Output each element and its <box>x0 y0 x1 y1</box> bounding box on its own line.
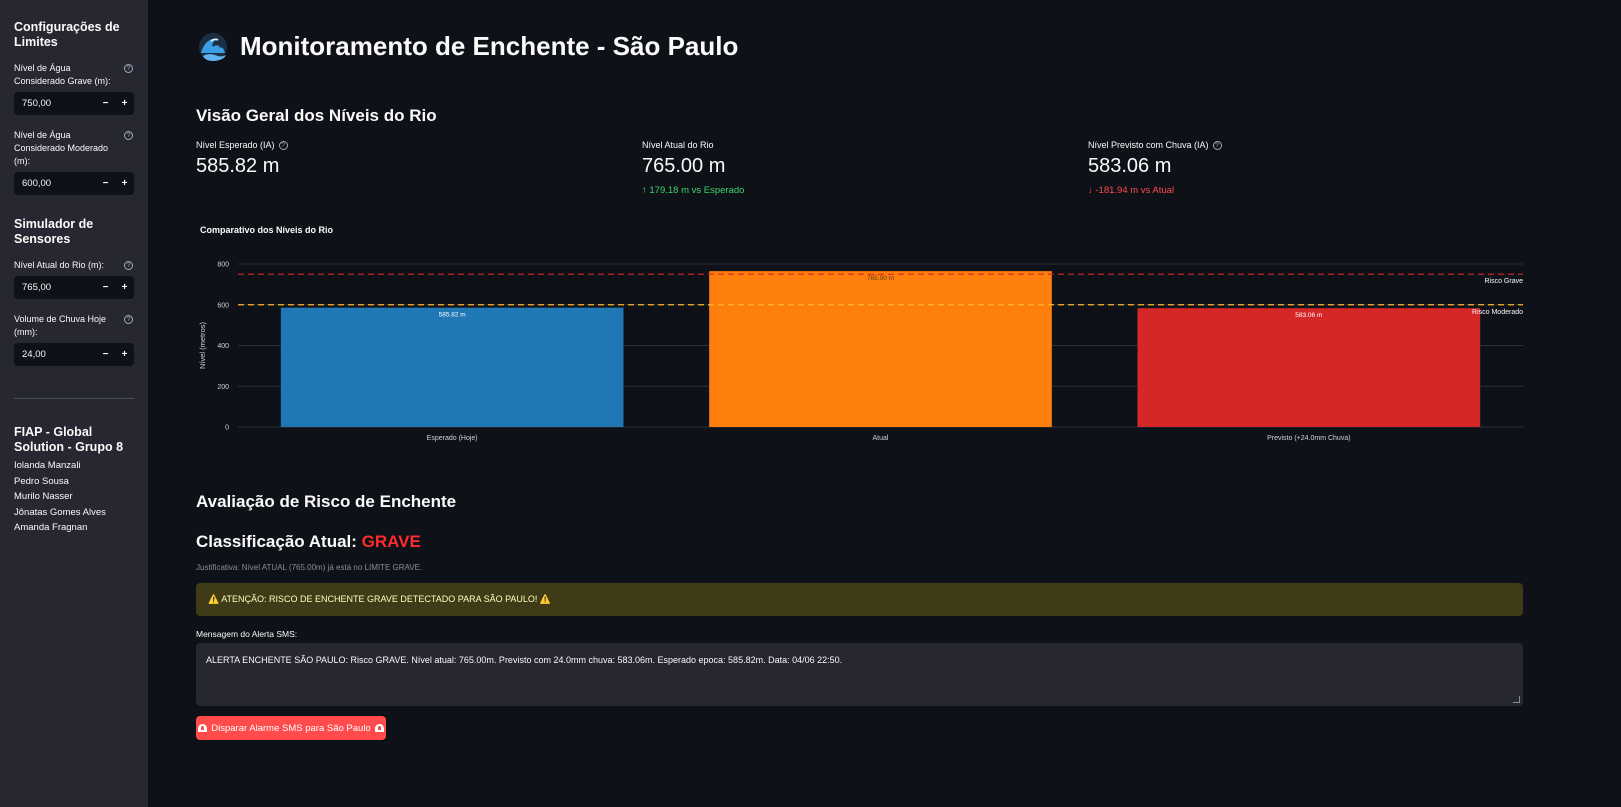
sensors-title: Simulador de Sensores <box>14 217 94 246</box>
team-member: Amanda Fragnan <box>14 522 88 533</box>
overview-title: Visão Geral dos Níveis do Rio <box>196 106 437 125</box>
team-member: Iolanda Manzali <box>14 460 81 471</box>
threshold-label: Risco Grave <box>1484 278 1523 285</box>
bar <box>1137 308 1481 427</box>
warning-text: ⚠️ ATENÇÃO: RISCO DE ENCHENTE GRAVE DETE… <box>208 594 552 604</box>
metric-value: 583.06 m <box>1088 155 1172 177</box>
classification-value: GRAVE <box>361 532 421 551</box>
increment-button[interactable]: + <box>115 343 134 366</box>
help-icon[interactable]: ? <box>124 261 133 270</box>
sidebar-divider <box>14 398 134 399</box>
rain-volume-input: 24,00 − + <box>14 343 134 366</box>
team-member: Murilo Nasser <box>14 491 73 502</box>
limits-title: Configurações de Limites <box>14 20 120 49</box>
river-level-value[interactable]: 765,00 <box>14 282 96 293</box>
metric-expected: Nível Esperado (IA) ? 585.82 m <box>196 140 289 178</box>
decrement-button[interactable]: − <box>96 172 115 195</box>
team-members: Iolanda Manzali Pedro Sousa Murilo Nasse… <box>14 458 134 536</box>
resize-handle[interactable] <box>1513 696 1520 703</box>
siren-icon <box>374 724 384 732</box>
y-tick-label: 400 <box>217 343 229 350</box>
siren-icon <box>198 724 208 732</box>
x-tick-label: Previsto (+24.0mm Chuva) <box>1267 435 1350 442</box>
levels-chart: Comparativo dos Níveis do Rio 0 200 400 600 8… <box>188 218 1528 458</box>
moderate-limit-label: Nível de Água Considerado Moderado (m): <box>14 130 109 166</box>
metric-value: 765.00 m <box>642 155 726 177</box>
metric-forecast: Nível Previsto com Chuva (IA) ? 583.06 m… <box>1088 140 1223 196</box>
increment-button[interactable]: + <box>115 92 134 115</box>
bar <box>280 307 624 427</box>
y-tick-label: 200 <box>217 384 229 391</box>
page-title: Monitoramento de Enchente - São Paulo <box>198 31 738 62</box>
help-icon[interactable]: ? <box>124 64 133 73</box>
river-level-label: Nível Atual do Rio (m): <box>14 260 105 270</box>
help-icon[interactable]: ? <box>278 140 288 150</box>
main-content: Monitoramento de Enchente - São Paulo Vi… <box>148 0 1621 807</box>
sms-label: Mensagem do Alerta SMS: <box>196 629 298 639</box>
moderate-limit-value[interactable]: 600,00 <box>14 178 96 189</box>
bar-value-label: 585.82 m <box>439 312 466 319</box>
threshold-label: Risco Moderado <box>1472 309 1523 316</box>
send-sms-button[interactable]: Disparar Alarme SMS para São Paulo <box>196 716 386 740</box>
help-icon[interactable]: ? <box>1212 140 1222 150</box>
increment-button[interactable]: + <box>115 172 134 195</box>
metric-label: Nível Atual do Rio <box>642 140 714 150</box>
grave-limit-value[interactable]: 750,00 <box>14 98 96 109</box>
river-level-input: 765,00 − + <box>14 276 134 299</box>
team-title: FIAP - Global Solution - Grupo 8 <box>14 425 124 454</box>
help-icon[interactable]: ? <box>124 315 133 324</box>
sidebar: Configurações de Limites Nível de Água C… <box>0 0 148 807</box>
team-member: Jônatas Gomes Alves <box>14 506 106 518</box>
send-sms-label: Disparar Alarme SMS para São Paulo <box>211 722 371 734</box>
sms-textarea[interactable]: ALERTA ENCHENTE SÃO PAULO: Risco GRAVE. … <box>196 643 1523 706</box>
moderate-limit-input: 600,00 − + <box>14 172 134 195</box>
metric-current: Nível Atual do Rio 765.00 m ↑ 179.18 m v… <box>642 140 744 196</box>
bar-value-label: 583.06 m <box>1295 312 1322 319</box>
team-member: Pedro Sousa <box>14 475 69 487</box>
y-tick-label: 0 <box>225 425 229 432</box>
decrement-button[interactable]: − <box>96 92 115 115</box>
bar-value-label: 765.00 m <box>867 275 894 282</box>
metric-delta: ↓ -181.94 m vs Atual <box>1088 185 1175 196</box>
y-axis-label: Nível (metros) <box>198 321 207 369</box>
rain-volume-value[interactable]: 24,00 <box>14 349 96 360</box>
y-tick-label: 800 <box>217 262 229 269</box>
x-tick-label: Atual <box>873 435 889 442</box>
increment-button[interactable]: + <box>115 276 134 299</box>
decrement-button[interactable]: − <box>96 276 115 299</box>
sms-text: ALERTA ENCHENTE SÃO PAULO: Risco GRAVE. … <box>206 655 843 665</box>
classification: Classificação Atual: GRAVE <box>196 532 421 552</box>
classification-prefix: Classificação Atual: <box>196 532 362 551</box>
grave-limit-label: Nível de Água Considerado Grave (m): <box>14 63 111 86</box>
bar <box>709 271 1052 427</box>
metric-delta: ↑ 179.18 m vs Esperado <box>642 185 745 196</box>
decrement-button[interactable]: − <box>96 343 115 366</box>
y-tick-label: 600 <box>217 302 229 309</box>
levels-chart-svg: Comparativo dos Níveis do Rio 0 200 400 600 8… <box>198 225 1523 442</box>
rain-volume-label: Volume de Chuva Hoje (mm): <box>14 314 107 337</box>
risk-title: Avaliação de Risco de Enchente <box>196 492 457 511</box>
wave-icon <box>199 32 227 61</box>
justification-text: Justificativa: Nível ATUAL (765.00m) já … <box>196 563 423 572</box>
x-tick-label: Esperado (Hoje) <box>427 435 478 442</box>
metric-label: Nível Previsto com Chuva (IA) <box>1088 140 1209 150</box>
page-title-text: Monitoramento de Enchente - São Paulo <box>240 31 739 61</box>
warning-alert: ⚠️ ATENÇÃO: RISCO DE ENCHENTE GRAVE DETE… <box>196 583 1523 616</box>
grave-limit-input: 750,00 − + <box>14 92 134 115</box>
metric-value: 585.82 m <box>196 155 280 177</box>
metric-label: Nível Esperado (IA) <box>196 140 275 150</box>
chart-title: Comparativo dos Níveis do Rio <box>200 225 334 235</box>
help-icon[interactable]: ? <box>124 131 133 140</box>
